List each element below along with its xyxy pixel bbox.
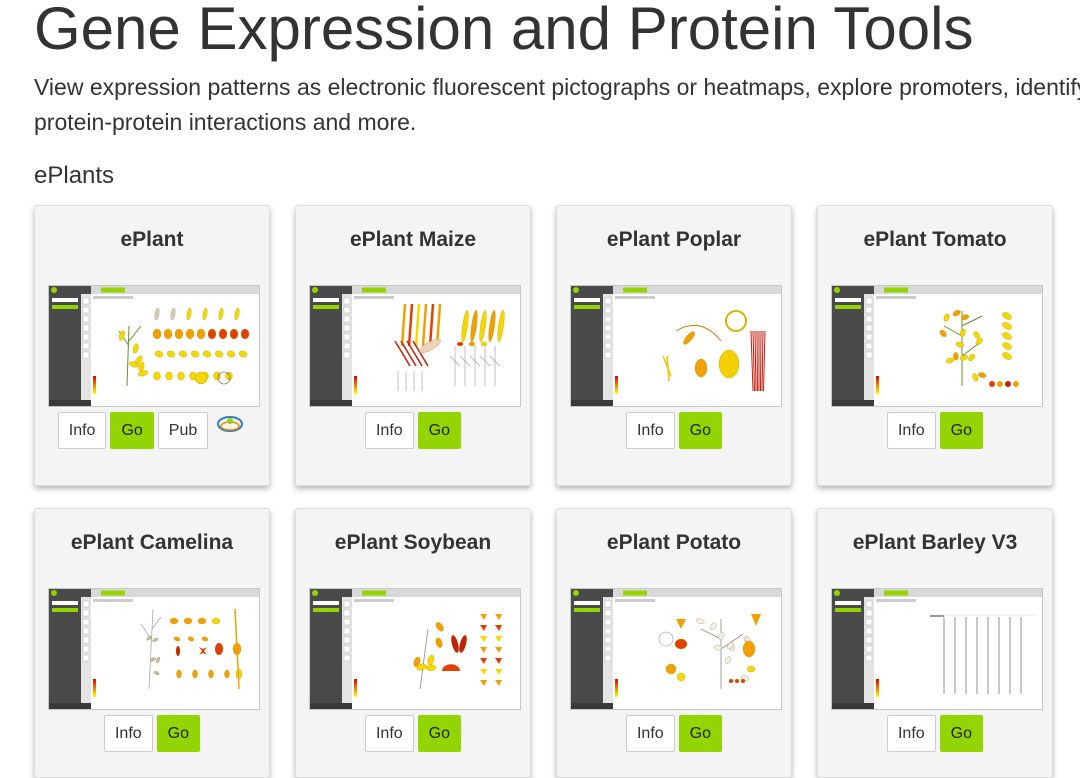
card-screenshot-thumbnail[interactable] xyxy=(309,588,521,710)
eplant-card: ePlant Potato Info Go xyxy=(556,508,792,778)
card-screenshot-thumbnail[interactable] xyxy=(48,588,260,710)
card-screenshot-thumbnail[interactable] xyxy=(48,285,260,407)
info-button[interactable]: Info xyxy=(57,412,107,449)
card-title: ePlant Barley V3 xyxy=(852,531,1018,554)
card-button-row: Info Go xyxy=(296,412,530,449)
info-button[interactable]: Info xyxy=(364,412,414,449)
eplant-card: ePlant Info Go Pub xyxy=(34,205,270,486)
card-button-row: Info Go xyxy=(557,412,791,449)
card-title: ePlant Camelina xyxy=(70,531,234,554)
info-button[interactable]: Info xyxy=(886,412,936,449)
eplant-card: ePlant Camelina Info Go xyxy=(34,508,270,778)
eplant-card: ePlant Barley V3 Info Go xyxy=(817,508,1053,778)
go-button[interactable]: Go xyxy=(678,715,723,752)
info-button[interactable]: Info xyxy=(886,715,936,752)
section-title-eplants: ePlants xyxy=(34,162,115,189)
card-screenshot-thumbnail[interactable] xyxy=(831,588,1043,710)
go-button[interactable]: Go xyxy=(417,412,462,449)
page-description: View expression patterns as electronic f… xyxy=(34,74,1080,135)
card-screenshot-thumbnail[interactable] xyxy=(570,588,782,710)
pub-button[interactable]: Pub xyxy=(157,412,209,449)
go-button[interactable]: Go xyxy=(678,412,723,449)
info-button[interactable]: Info xyxy=(364,715,414,752)
card-screenshot-thumbnail[interactable] xyxy=(309,285,521,407)
card-screenshot-thumbnail[interactable] xyxy=(831,285,1043,407)
card-title: ePlant Maize xyxy=(349,228,477,251)
card-title: ePlant Soybean xyxy=(334,531,492,554)
eplant-card: ePlant Poplar Info Go xyxy=(556,205,792,486)
go-button[interactable]: Go xyxy=(156,715,201,752)
card-button-row: Info Go xyxy=(818,715,1052,752)
go-button[interactable]: Go xyxy=(110,412,154,449)
card-title: ePlant Poplar xyxy=(606,228,742,251)
card-button-row: Info Go xyxy=(818,412,1052,449)
card-button-row: Info Go xyxy=(35,715,269,752)
go-button[interactable]: Go xyxy=(939,715,984,752)
card-title: ePlant Tomato xyxy=(863,228,1007,251)
card-button-row: Info Go xyxy=(557,715,791,752)
go-button[interactable]: Go xyxy=(417,715,462,752)
publication-logo-icon[interactable] xyxy=(216,410,246,438)
page-title: Gene Expression and Protein Tools xyxy=(34,0,974,62)
info-button[interactable]: Info xyxy=(103,715,153,752)
info-button[interactable]: Info xyxy=(625,412,675,449)
eplant-card: ePlant Soybean Info Go xyxy=(295,508,531,778)
card-button-row: Info Go xyxy=(296,715,530,752)
card-title: ePlant Potato xyxy=(606,531,742,554)
card-title: ePlant xyxy=(120,228,184,251)
eplant-card: ePlant Maize Info Go xyxy=(295,205,531,486)
eplant-card: ePlant Tomato Info Go xyxy=(817,205,1053,486)
info-button[interactable]: Info xyxy=(625,715,675,752)
card-screenshot-thumbnail[interactable] xyxy=(570,285,782,407)
card-button-row: Info Go Pub xyxy=(35,412,269,449)
go-button[interactable]: Go xyxy=(939,412,984,449)
